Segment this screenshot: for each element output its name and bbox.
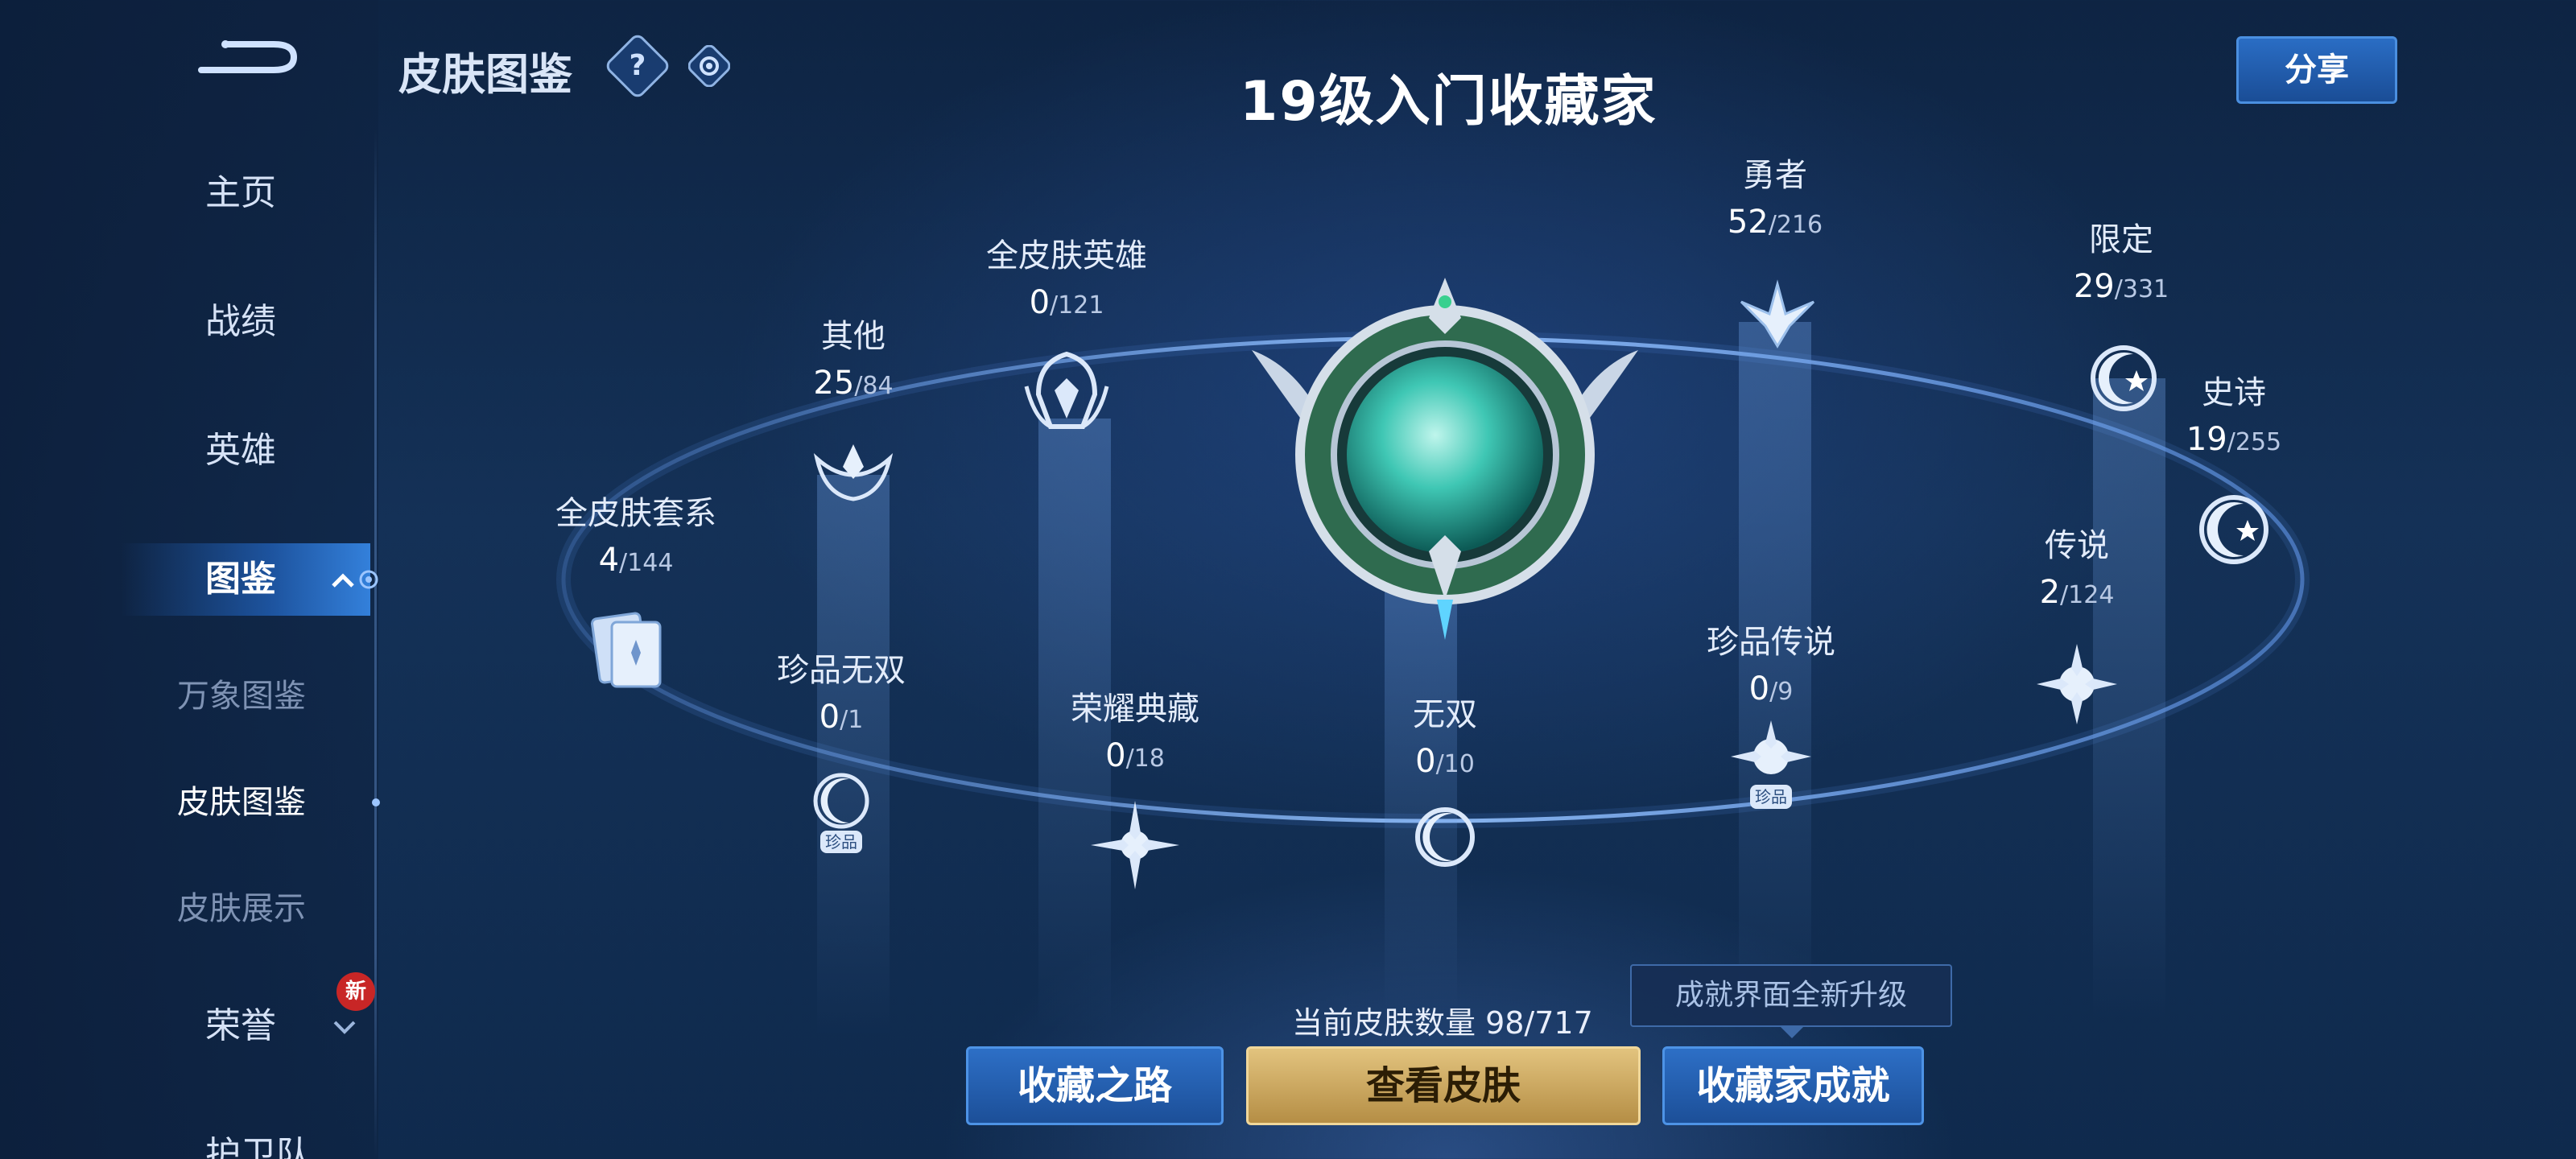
category-other[interactable]: 其他 25/84 xyxy=(741,310,966,402)
tooltip-arrow xyxy=(1779,1025,1805,1038)
sidebar-item-all-codex[interactable]: 万象图鉴 xyxy=(121,664,370,728)
page-title: 皮肤图鉴 xyxy=(398,49,572,100)
collector-achievements-button[interactable]: 收藏家成就 xyxy=(1662,1046,1924,1125)
star-crest-icon[interactable] xyxy=(1737,278,1818,350)
category-warrior[interactable]: 勇者 52/216 xyxy=(1662,149,1888,241)
current-skin-count: 当前皮肤数量 98/717 xyxy=(1292,1005,1593,1041)
helmet-icon[interactable] xyxy=(1018,346,1115,435)
crescent-crest-icon[interactable] xyxy=(1405,801,1485,873)
crescent-star-icon[interactable] xyxy=(2083,338,2164,419)
share-button[interactable]: 分享 xyxy=(2236,36,2397,104)
sidebar-item-home[interactable]: 主页 xyxy=(121,157,370,229)
compass-star-icon[interactable] xyxy=(1087,801,1183,893)
collector-emblem[interactable] xyxy=(1220,262,1670,648)
sidebar-item-record[interactable]: 战绩 xyxy=(121,286,370,358)
cards-icon[interactable] xyxy=(588,608,668,696)
sidebar-item-guard[interactable]: 护卫队 xyxy=(121,1119,370,1159)
back-button[interactable] xyxy=(193,36,302,85)
chevron-down-icon xyxy=(333,1021,356,1034)
help-icon: ? xyxy=(629,49,646,82)
sidebar-item-skin-showcase[interactable]: 皮肤展示 xyxy=(121,876,370,941)
wing-crest-icon[interactable] xyxy=(809,435,898,507)
active-indicator-dot xyxy=(372,798,380,806)
new-badge: 新 xyxy=(336,972,375,1011)
category-rare-legend[interactable]: 珍品传说 0/9 xyxy=(1658,616,1884,707)
collection-road-button[interactable]: 收藏之路 xyxy=(966,1046,1224,1125)
rare-tag-label: 珍品 xyxy=(1755,787,1787,806)
back-arrow-icon xyxy=(198,40,298,73)
crescent-star-icon[interactable] xyxy=(2190,489,2278,570)
category-peerless[interactable]: 无双 0/10 xyxy=(1332,688,1558,780)
upgrade-tooltip: 成就界面全新升级 xyxy=(1630,964,1952,1027)
sun-crest-icon[interactable] xyxy=(2033,640,2121,728)
gear-icon xyxy=(687,44,731,88)
light-pillar xyxy=(817,475,890,1038)
sidebar-item-label: 图鉴 xyxy=(205,559,276,600)
rare-sun-icon[interactable]: 珍品 xyxy=(1723,720,1819,813)
chevron-up-icon xyxy=(332,570,378,589)
category-legend[interactable]: 传说 2/124 xyxy=(1964,519,2190,611)
category-full-hero[interactable]: 全皮肤英雄 0/121 xyxy=(954,229,1179,321)
settings-button[interactable] xyxy=(687,44,731,88)
sidebar-divider xyxy=(374,129,377,1159)
collector-badge-icon xyxy=(1252,278,1638,640)
rare-crescent-icon[interactable]: 珍品 xyxy=(793,765,890,857)
sidebar-item-skin-codex[interactable]: 皮肤图鉴 xyxy=(121,770,370,835)
category-full-series[interactable]: 全皮肤套系 4/144 xyxy=(523,487,749,579)
rare-tag-label: 珍品 xyxy=(825,832,857,852)
category-rare-peerless[interactable]: 珍品无双 0/1 xyxy=(729,644,954,736)
sidebar-item-heroes[interactable]: 英雄 xyxy=(121,415,370,487)
category-glory-collection[interactable]: 荣耀典藏 0/18 xyxy=(1022,683,1248,774)
help-button[interactable]: ? xyxy=(603,31,672,101)
view-skins-button[interactable]: 查看皮肤 xyxy=(1246,1046,1641,1125)
collector-level-title: 19级入门收藏家 xyxy=(1240,70,1657,134)
category-limited[interactable]: 限定 29/331 xyxy=(2008,213,2234,305)
